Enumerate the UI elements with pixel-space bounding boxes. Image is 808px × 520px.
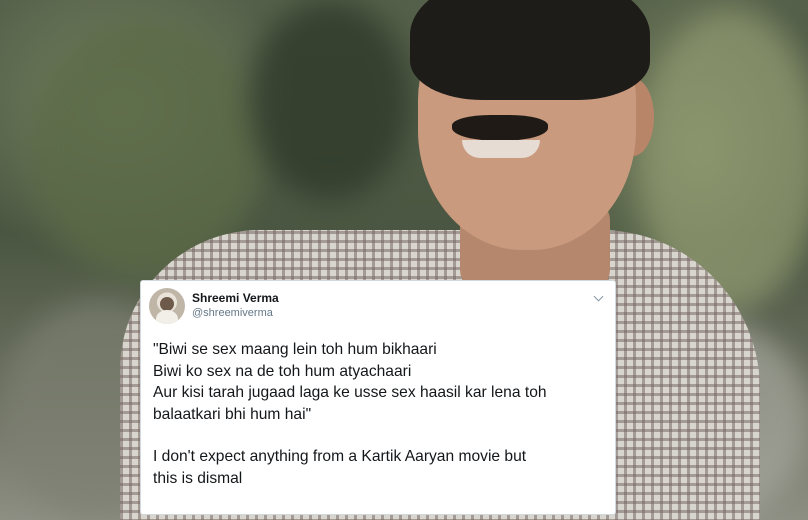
tweet-line: I don't expect anything from a Kartik Aa… bbox=[153, 448, 527, 465]
tweet-text: "Biwi se sex maang lein toh hum bikhaari… bbox=[153, 339, 608, 489]
tweet-line: balaatkari bhi hum hai" bbox=[153, 405, 312, 423]
mustache bbox=[452, 115, 548, 141]
hair bbox=[410, 0, 650, 100]
tweet-line: "Biwi se sex maang lein toh hum bikhaari bbox=[153, 341, 437, 358]
tweet-card: Shreemi Verma @shreemiverma "Biwi se sex… bbox=[140, 280, 616, 515]
foliage-blur bbox=[250, 0, 410, 200]
tweet-line: this is dismal bbox=[153, 469, 243, 487]
avatar[interactable] bbox=[149, 288, 185, 324]
author-handle[interactable]: @shreemiverma bbox=[192, 307, 273, 319]
smile bbox=[462, 140, 540, 158]
author-name[interactable]: Shreemi Verma bbox=[192, 291, 279, 305]
tweet-line: Biwi ko sex na de toh hum atyachaari bbox=[153, 362, 412, 380]
tweet-line: Aur kisi tarah jugaad laga ke usse sex h… bbox=[153, 384, 547, 401]
avatar-head bbox=[160, 297, 174, 311]
chevron-down-icon[interactable] bbox=[593, 291, 604, 302]
avatar-body bbox=[156, 310, 178, 324]
